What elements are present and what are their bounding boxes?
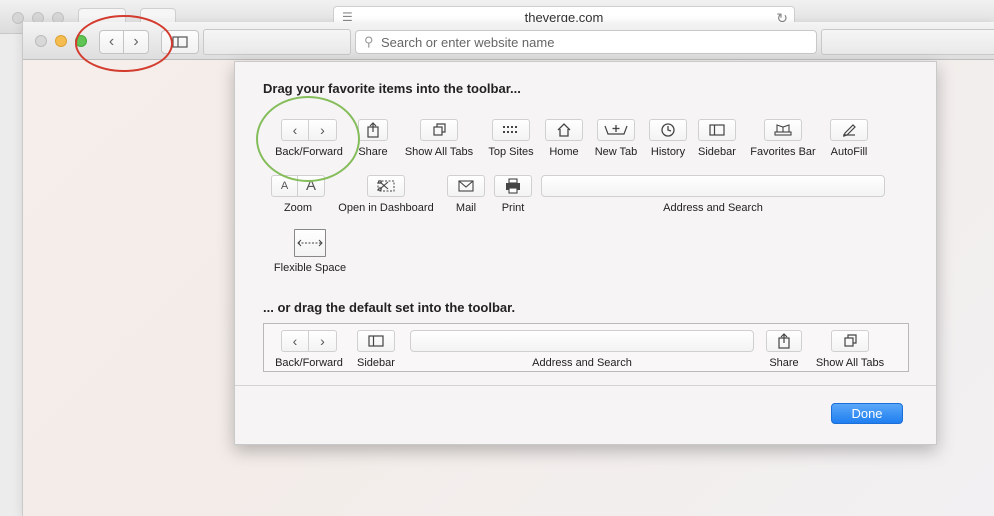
red-annotation-circle — [75, 15, 173, 72]
address-field — [541, 175, 885, 197]
item-mail[interactable]: Mail — [447, 175, 485, 214]
dashboard-icon — [367, 175, 405, 197]
item-label: Address and Search — [532, 357, 632, 369]
top-sites-icon — [492, 119, 530, 141]
default-address-and-search: Address and Search — [410, 330, 754, 369]
minimize-light[interactable] — [55, 35, 67, 47]
search-icon: ⚲ — [364, 34, 374, 49]
show-all-tabs-icon — [831, 330, 869, 352]
done-button[interactable]: Done — [831, 403, 903, 424]
item-label: AutoFill — [830, 146, 868, 158]
flexible-space-icon — [294, 229, 326, 257]
item-label: New Tab — [594, 146, 638, 158]
item-home[interactable]: Home — [543, 119, 585, 158]
default-share: Share — [764, 330, 804, 369]
back-forward-icon: ‹ › — [281, 330, 337, 352]
toolbar-empty-slot — [203, 29, 351, 55]
new-tab-icon — [597, 119, 635, 141]
default-show-all-tabs: Show All Tabs — [810, 330, 890, 369]
item-label: Mail — [455, 202, 477, 214]
item-label: Flexible Space — [273, 262, 347, 274]
close-light[interactable] — [35, 35, 47, 47]
item-label: Show All Tabs — [404, 146, 474, 158]
history-icon — [649, 119, 687, 141]
sidebar-icon — [357, 330, 395, 352]
item-new-tab[interactable]: New Tab — [591, 119, 641, 158]
item-label: Zoom — [283, 202, 313, 214]
item-label: Share — [769, 357, 799, 369]
sheet-divider — [235, 385, 936, 386]
search-placeholder: Search or enter website name — [381, 35, 555, 50]
item-autofill[interactable]: AutoFill — [827, 119, 871, 158]
green-annotation-circle — [256, 96, 360, 182]
item-label: Top Sites — [488, 146, 534, 158]
default-set-heading: ... or drag the default set into the too… — [263, 300, 516, 315]
item-label: Show All Tabs — [815, 357, 885, 369]
item-favorites-bar[interactable]: Favorites Bar — [745, 119, 821, 158]
sidebar-icon — [698, 119, 736, 141]
item-open-in-dashboard[interactable]: Open in Dashboard — [333, 175, 439, 214]
share-icon — [358, 119, 388, 141]
toolbar-empty-slot-right — [821, 29, 994, 55]
default-sidebar: Sidebar — [354, 330, 398, 369]
default-set-row[interactable]: ‹ › Back/Forward Sidebar Address and Sea… — [263, 323, 909, 372]
item-label: History — [650, 146, 686, 158]
item-label: Open in Dashboard — [338, 202, 434, 214]
item-label: Back/Forward — [275, 357, 343, 369]
item-top-sites[interactable]: Top Sites — [485, 119, 537, 158]
share-icon — [766, 330, 802, 352]
item-label: Address and Search — [663, 202, 763, 214]
item-flexible-space[interactable]: Flexible Space — [271, 229, 349, 274]
autofill-icon — [830, 119, 868, 141]
customize-toolbar-sheet: Drag your favorite items into the toolba… — [234, 61, 937, 445]
item-label: Print — [501, 202, 525, 214]
item-sidebar[interactable]: Sidebar — [695, 119, 739, 158]
print-icon — [494, 175, 532, 197]
item-label: Home — [549, 146, 579, 158]
address-field — [410, 330, 754, 352]
item-label: Share — [358, 146, 388, 158]
item-print[interactable]: Print — [494, 175, 532, 214]
item-label: Sidebar — [698, 146, 736, 158]
show-all-tabs-icon — [420, 119, 458, 141]
default-back-forward: ‹ › Back/Forward — [271, 330, 347, 369]
item-label: Favorites Bar — [750, 146, 816, 158]
chevron-left-icon: ‹ — [282, 331, 309, 351]
mail-icon — [447, 175, 485, 197]
favorites-bar-icon — [764, 119, 802, 141]
item-address-and-search[interactable]: Address and Search — [541, 175, 885, 214]
chevron-right-icon: › — [320, 333, 325, 349]
items-heading: Drag your favorite items into the toolba… — [263, 81, 521, 96]
item-label: Sidebar — [357, 357, 395, 369]
item-show-all-tabs[interactable]: Show All Tabs — [399, 119, 479, 158]
address-search-field[interactable]: ⚲ Search or enter website name — [355, 30, 817, 54]
home-icon — [545, 119, 583, 141]
item-history[interactable]: History — [647, 119, 689, 158]
